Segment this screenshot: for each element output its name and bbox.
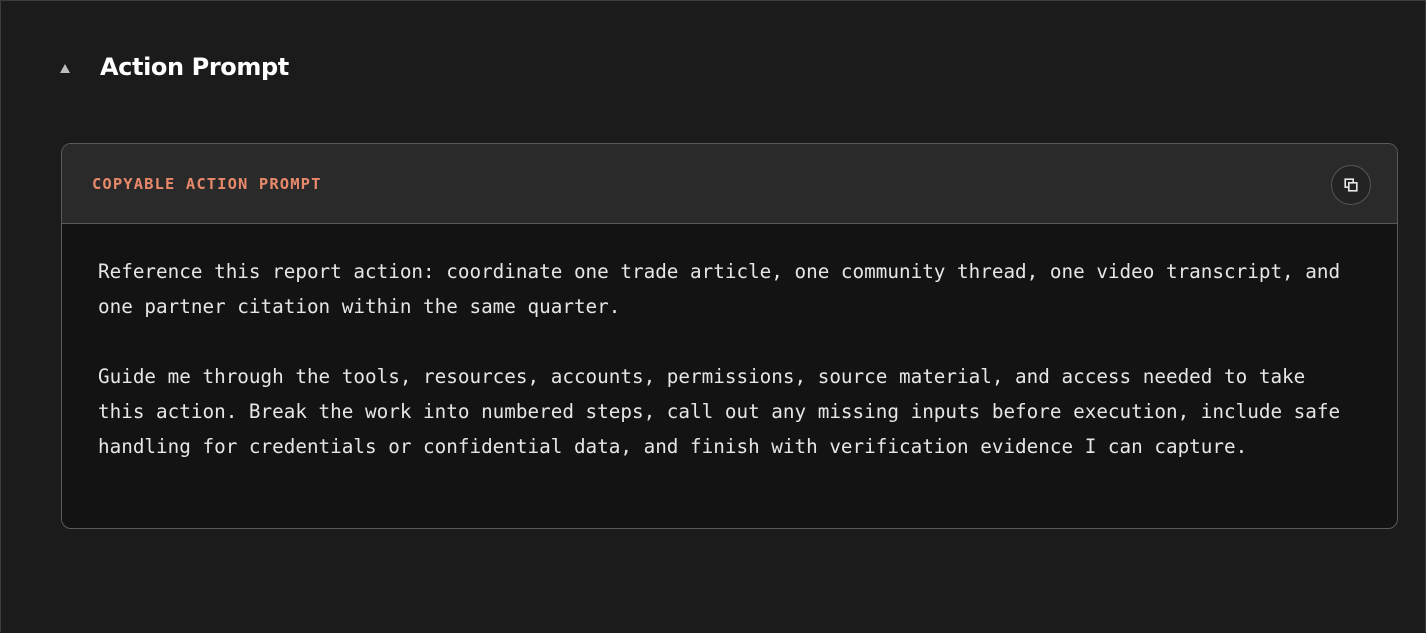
card-label: COPYABLE ACTION PROMPT [92,175,322,193]
app-frame: Action Prompt COPYABLE ACTION PROMPT Ref… [0,0,1426,632]
prompt-paragraph: Reference this report action: coordinate… [98,260,1341,318]
copy-icon [1344,178,1358,192]
action-prompt-card: COPYABLE ACTION PROMPT Reference this re… [61,143,1398,529]
copy-button[interactable] [1331,165,1371,205]
prompt-text: Reference this report action: coordinate… [62,224,1397,464]
action-prompt-toggle[interactable]: Action Prompt [60,53,289,81]
section-title: Action Prompt [100,53,289,81]
prompt-paragraph: Guide me through the tools, resources, a… [98,365,1341,458]
caret-up-icon [60,63,70,73]
card-header: COPYABLE ACTION PROMPT [62,144,1397,224]
